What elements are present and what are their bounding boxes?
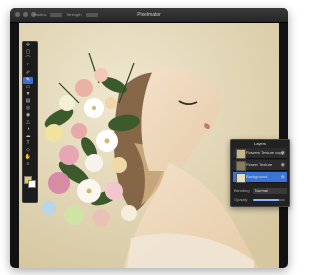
layer-thumbnail bbox=[236, 161, 246, 171]
dodge-icon[interactable]: ◑ bbox=[23, 126, 33, 133]
visibility-eye-icon[interactable]: ◉ bbox=[281, 174, 285, 180]
window-title: Pixelmator bbox=[137, 12, 161, 18]
blend-row: Blending Normal bbox=[233, 187, 287, 195]
layer-name: Flowers Texture copy bbox=[246, 150, 284, 155]
eraser-icon[interactable]: ▭ bbox=[23, 84, 33, 91]
eyedropper-icon[interactable]: ✐ bbox=[23, 70, 33, 77]
move-icon[interactable]: ✛ bbox=[23, 42, 33, 49]
layer-row[interactable]: Background ◉ bbox=[233, 172, 287, 183]
layer-name: Background bbox=[246, 174, 268, 179]
visibility-eye-icon[interactable]: ◉ bbox=[281, 150, 285, 156]
layers-panel: Layers Flowers Texture copy ◉ Flower Textu… bbox=[230, 139, 290, 207]
brush-icon[interactable]: ✎ bbox=[23, 77, 33, 84]
select-icon[interactable]: ▢ bbox=[23, 49, 33, 56]
zoom-icon[interactable]: ⌕ bbox=[23, 161, 33, 168]
blur-icon[interactable]: ◉ bbox=[23, 112, 33, 119]
opacity-row: Opacity bbox=[233, 196, 287, 204]
blend-label: Blending bbox=[234, 188, 250, 193]
blend-mode-select[interactable]: Normal bbox=[253, 188, 287, 194]
lasso-icon[interactable]: ⌒ bbox=[23, 56, 33, 63]
opacity-slider[interactable] bbox=[253, 199, 285, 201]
layer-row[interactable]: Flowers Texture copy ◉ bbox=[233, 148, 287, 159]
background-color-swatch[interactable] bbox=[28, 180, 36, 188]
layers-panel-title: Layers bbox=[253, 141, 266, 146]
layer-name: Flower Texture bbox=[246, 162, 273, 167]
bucket-icon[interactable]: ▼ bbox=[23, 91, 33, 98]
gradient-icon[interactable]: ▤ bbox=[23, 98, 33, 105]
text-icon[interactable]: T bbox=[23, 140, 33, 147]
app-window: Radius Strength Pixelmator bbox=[10, 8, 288, 268]
sharpen-icon[interactable]: △ bbox=[23, 119, 33, 126]
title-bar: Radius Strength Pixelmator bbox=[10, 8, 288, 23]
crop-icon[interactable]: ⌜ bbox=[23, 63, 33, 70]
sponge-icon[interactable]: ☁ bbox=[23, 133, 33, 140]
visibility-eye-icon[interactable]: ◉ bbox=[281, 162, 285, 168]
shape-icon[interactable]: ◇ bbox=[23, 147, 33, 154]
layer-thumbnail bbox=[236, 149, 246, 159]
clone-icon[interactable]: ◎ bbox=[23, 105, 33, 112]
opacity-label: Opacity bbox=[234, 197, 248, 202]
layer-thumbnail bbox=[236, 173, 246, 183]
hand-icon[interactable]: ✋ bbox=[23, 154, 33, 161]
opacity-slider-fill bbox=[253, 199, 279, 201]
layer-row[interactable]: Flower Texture ◉ bbox=[233, 160, 287, 171]
